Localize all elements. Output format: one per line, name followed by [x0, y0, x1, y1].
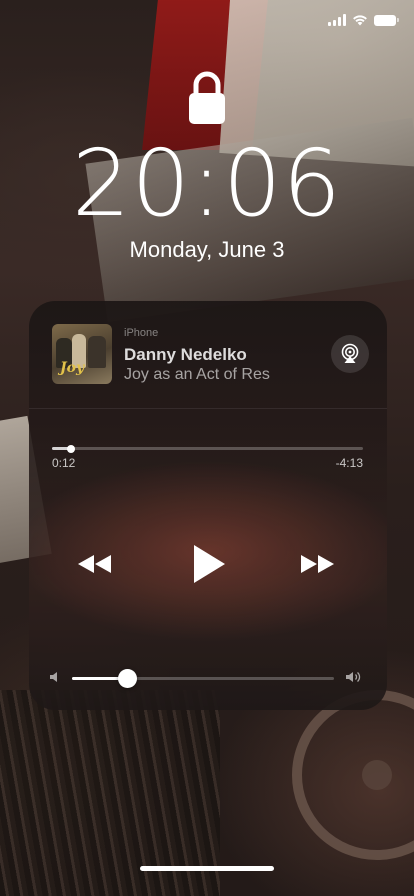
track-subtitle: Joy as an Act of Res	[124, 366, 270, 383]
play-button[interactable]	[189, 541, 229, 587]
playback-scrubber[interactable]	[52, 444, 363, 453]
album-art-logo: Joy	[60, 360, 85, 376]
status-bar	[328, 14, 399, 26]
airplay-button[interactable]	[331, 335, 369, 373]
now-playing-widget: Joy iPhone Danny Nedelko Joy as an Act o…	[29, 301, 387, 710]
fast-forward-button[interactable]	[297, 549, 337, 579]
lock-screen-date: Monday, June 3	[129, 237, 285, 262]
airplay-audio-icon	[341, 343, 359, 363]
volume-slider[interactable]	[72, 669, 334, 688]
home-indicator[interactable]	[140, 866, 274, 871]
elapsed-time: 0:12	[52, 456, 76, 470]
lock-screen-clock: 20:06	[71, 130, 343, 237]
play-icon	[194, 545, 225, 583]
playback-scrubber-handle[interactable]	[66, 444, 75, 453]
volume-low-icon	[50, 672, 57, 682]
output-device-label: iPhone	[124, 327, 159, 339]
volume-high-icon	[346, 672, 361, 682]
rewind-button[interactable]	[75, 549, 115, 579]
wifi-icon	[353, 15, 367, 26]
lock-screen: 20:06 Monday, June 3 Joy iPhone Danny Ne…	[0, 0, 414, 896]
album-art[interactable]: Joy	[52, 324, 112, 384]
rewind-icon	[78, 555, 111, 573]
volume-slider-handle[interactable]	[117, 669, 137, 688]
remaining-time: -4:13	[335, 456, 363, 470]
lock-icon	[189, 71, 225, 124]
track-title: Danny Nedelko	[124, 345, 247, 364]
fast-forward-icon	[301, 555, 334, 573]
widget-divider	[29, 408, 387, 409]
cellular-signal-icon	[328, 14, 346, 26]
battery-icon	[374, 14, 399, 26]
wallpaper-film-reel	[292, 690, 414, 860]
